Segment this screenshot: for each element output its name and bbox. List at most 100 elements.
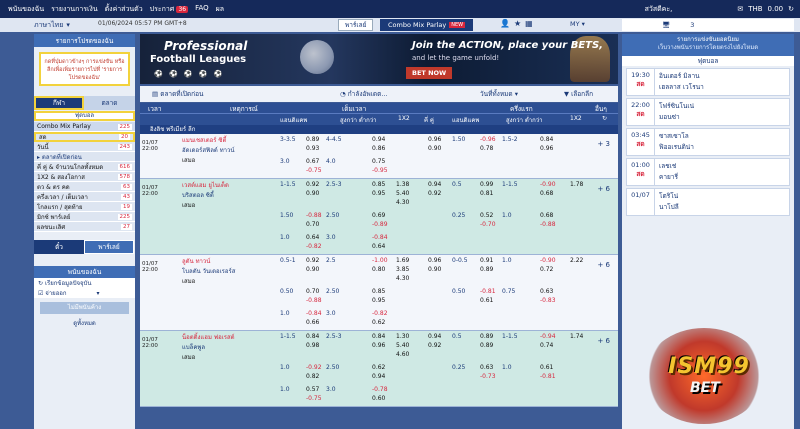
odds-value[interactable]: 0.91 [480, 257, 493, 264]
odds-value[interactable]: 0.89 [306, 136, 319, 143]
odds-value[interactable]: -0.88 [306, 297, 322, 304]
odds-value[interactable]: 0.81 [480, 190, 493, 197]
odds-value[interactable]: 1.69 [396, 257, 409, 264]
odds-value[interactable]: 0.90 [306, 190, 319, 197]
sidebar-item-correct-score[interactable]: ตว & ตร คด 63 [34, 182, 135, 192]
odds-value[interactable]: -0.96 [480, 136, 496, 143]
tab-ticket[interactable]: ตั๋ว [34, 240, 84, 254]
odds-value[interactable]: 0.95 [372, 190, 385, 197]
popular-match[interactable]: 01/07 โตริโน่ นาโปลี [626, 188, 790, 216]
odds-value[interactable]: -0.90 [540, 257, 556, 264]
odds-value[interactable]: -0.81 [480, 288, 496, 295]
odds-value[interactable]: 0.72 [540, 266, 553, 273]
odds-value[interactable]: 3.85 [396, 266, 409, 273]
sidebar-item-combo-mix-parlay[interactable]: Combo Mix Parlay 225 [34, 122, 135, 132]
odds-value[interactable]: 0.84 [540, 136, 553, 143]
odds-value[interactable]: -0.88 [540, 221, 556, 228]
menu-my-bets[interactable]: พนันของฉัน [8, 4, 44, 15]
odds-value[interactable]: 0.86 [372, 145, 385, 152]
sidebar-item-first-last-goal[interactable]: โกลแรก / สุดท้าย 19 [34, 202, 135, 212]
odds-value[interactable]: 0.92 [306, 257, 319, 264]
promo-banner[interactable]: Professional Football Leagues ⚽ ⚽ ⚽ ⚽ ⚽ … [140, 34, 618, 84]
odds-value[interactable]: 0.64 [306, 234, 319, 241]
popular-match[interactable]: 22:00 สด โฟร์ซินโนเน่ มอนซ่า [626, 98, 790, 126]
league-header[interactable]: อิงลิช พรีเมียร์ ลีก [140, 125, 618, 134]
odds-value[interactable]: -0.81 [540, 373, 556, 380]
odds-value[interactable]: 0.89 [480, 266, 493, 273]
odds-value[interactable]: 4.30 [396, 275, 409, 282]
odds-value[interactable]: 1.38 [396, 181, 409, 188]
odds-value[interactable]: 0.74 [540, 342, 553, 349]
odds-type-selector[interactable]: MY ▾ [570, 20, 585, 28]
more-markets-button[interactable]: + 3 [597, 140, 610, 148]
odds-value[interactable]: -0.92 [306, 364, 322, 371]
odds-value[interactable]: 0.63 [480, 364, 493, 371]
language-selector[interactable]: ภาษาไทย ▾ [34, 20, 70, 30]
odds-value[interactable]: 0.98 [306, 342, 319, 349]
odds-value[interactable]: 0.89 [480, 333, 493, 340]
tab-market[interactable]: ตลาด [84, 96, 135, 110]
popular-match[interactable]: 01:00 สด เลชเช่ คายารี่ [626, 158, 790, 186]
tab-betslip-parlay[interactable]: พาร์เลย์ [84, 240, 134, 254]
pending-bets-toggle[interactable]: ☑ จ่ายออก ▾ [34, 288, 135, 298]
odds-value[interactable]: 0.82 [306, 373, 319, 380]
more-markets-button[interactable]: + 6 [597, 337, 610, 345]
sidebar-item-odd-even[interactable]: คี่ คู่ & จำนวนโกลทั้งหมด 616 [34, 162, 135, 172]
odds-value[interactable]: 0.99 [480, 181, 493, 188]
odds-value[interactable]: -0.75 [306, 167, 322, 174]
odds-value[interactable]: 0.52 [480, 212, 493, 219]
odds-value[interactable]: 0.94 [428, 333, 441, 340]
odds-value[interactable]: 1.30 [396, 333, 409, 340]
odds-value[interactable]: -1.00 [372, 257, 388, 264]
popular-match[interactable]: 03:45 สด ซาสเซาโล ฟิออเรนติน่า [626, 128, 790, 156]
odds-value[interactable]: 0.69 [372, 212, 385, 219]
odds-value[interactable]: -0.75 [306, 395, 322, 402]
sport-soccer-header[interactable]: ฟุตบอล [34, 111, 135, 121]
odds-value[interactable]: 0.62 [372, 319, 385, 326]
screen-icon[interactable]: 🖥 [662, 21, 670, 29]
odds-value[interactable]: -0.90 [540, 181, 556, 188]
odds-value[interactable]: 2.22 [570, 257, 583, 264]
grid-icon[interactable]: ▦ [525, 19, 533, 28]
odds-value[interactable]: 0.66 [306, 319, 319, 326]
odds-value[interactable]: 0.80 [372, 266, 385, 273]
odds-value[interactable]: -0.95 [372, 167, 388, 174]
odds-value[interactable]: 0.92 [428, 190, 441, 197]
sidebar-item-today[interactable]: วันนี้ 243 [34, 142, 135, 152]
odds-value[interactable]: 0.61 [480, 297, 493, 304]
odds-value[interactable]: -0.94 [540, 333, 556, 340]
odds-value[interactable]: 0.70 [306, 288, 319, 295]
odds-value[interactable]: 4.60 [396, 351, 409, 358]
odds-value[interactable]: 0.60 [372, 395, 385, 402]
odds-value[interactable]: 0.61 [540, 364, 553, 371]
odds-value[interactable]: 0.67 [306, 158, 319, 165]
sidebar-item-outright[interactable]: ผลขนะเลิศ 27 [34, 222, 135, 232]
odds-value[interactable]: 0.78 [480, 145, 493, 152]
odds-value[interactable]: 0.90 [428, 266, 441, 273]
odds-value[interactable]: 1.78 [570, 181, 583, 188]
sidebar-item-live[interactable]: สด 20 [34, 132, 135, 142]
odds-value[interactable]: 0.95 [372, 297, 385, 304]
odds-value[interactable]: 0.93 [306, 145, 319, 152]
odds-value[interactable]: 0.70 [306, 221, 319, 228]
odds-value[interactable]: 0.94 [428, 181, 441, 188]
odds-value[interactable]: 0.75 [372, 158, 385, 165]
date-selector[interactable]: วันที่ทั้งหมด ▾ [480, 89, 518, 99]
sidebar-item-early-market[interactable]: ▸ ตลาดที่เปิดก่อน [34, 152, 135, 162]
odds-value[interactable]: -0.73 [480, 373, 496, 380]
odds-value[interactable]: -0.84 [306, 310, 322, 317]
popular-match[interactable]: 19:30 สด อินเตอร์ มิลาน เฮลลาส เวโรนา [626, 68, 790, 96]
star-icon[interactable]: ★ [514, 19, 521, 28]
odds-value[interactable]: 0.68 [540, 212, 553, 219]
odds-value[interactable]: -0.89 [372, 221, 388, 228]
tab-parlay[interactable]: พาร์เลย์ [338, 19, 374, 31]
odds-value[interactable]: 0.63 [540, 288, 553, 295]
odds-value[interactable]: -0.70 [480, 221, 496, 228]
odds-value[interactable]: 0.68 [540, 190, 553, 197]
odds-value[interactable]: -0.88 [306, 212, 322, 219]
match-teams[interactable]: น็อตติ้งแฮม ฟอเรสต์ แบล็คพูล เสมอ [182, 332, 235, 362]
menu-results[interactable]: ผล [216, 4, 224, 15]
odds-value[interactable]: 0.96 [428, 257, 441, 264]
odds-value[interactable]: 0.85 [372, 288, 385, 295]
view-all-link[interactable]: ดูทั้งหมด [34, 318, 135, 328]
